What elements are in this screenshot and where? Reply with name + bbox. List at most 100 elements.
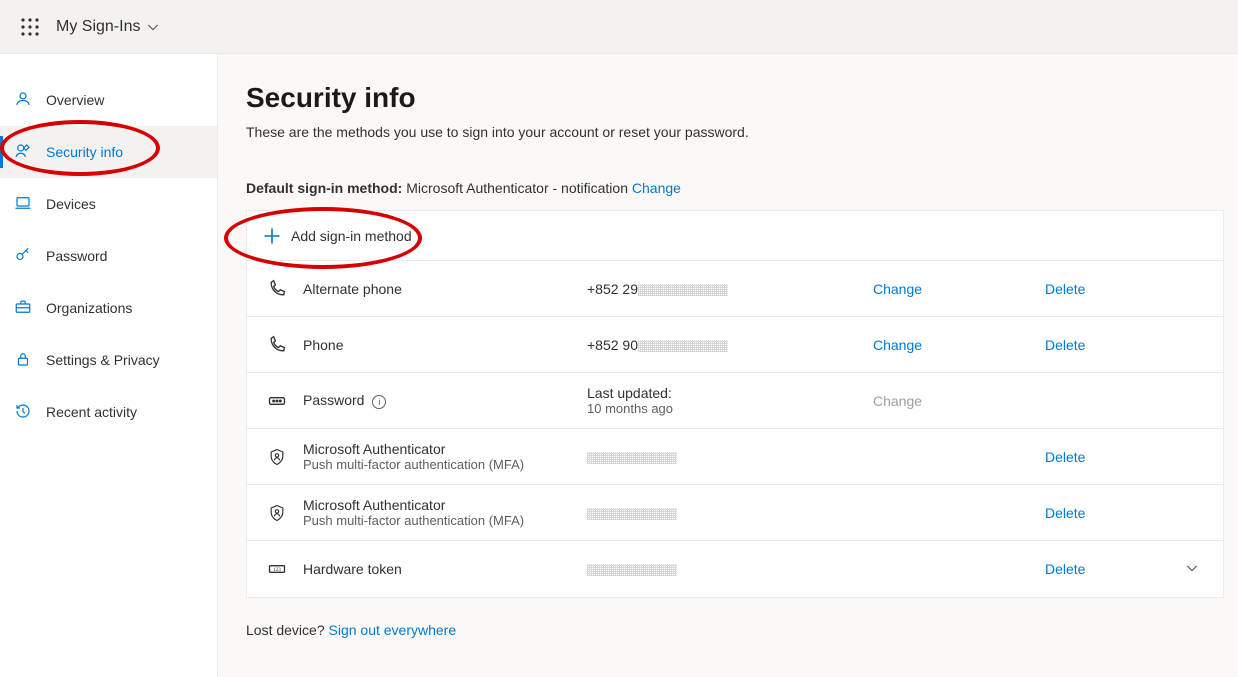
method-name-label: Microsoft Authenticator: [303, 441, 445, 457]
sidebar-item-password[interactable]: Password: [0, 230, 217, 282]
method-delete-link[interactable]: Delete: [1045, 561, 1085, 577]
method-value: [587, 561, 861, 577]
redacted-value: [587, 564, 677, 576]
sidebar: Overview Security info Devices Password Orga…: [0, 54, 218, 677]
sidebar-item-label: Recent activity: [46, 404, 137, 420]
method-value-line1: Last updated:: [587, 385, 861, 401]
sidebar-item-label: Overview: [46, 92, 104, 108]
method-name: Phone: [303, 337, 575, 353]
sidebar-item-security-info[interactable]: Security info: [0, 126, 217, 178]
method-change-cell: Change: [873, 393, 1033, 409]
add-method-label: Add sign-in method: [291, 228, 412, 244]
methods-panel: Add sign-in method Alternate phone +852 2…: [246, 210, 1224, 598]
method-change-link[interactable]: Change: [873, 337, 922, 353]
method-row: 123 Hardware token Delete: [247, 541, 1223, 597]
sidebar-item-label: Security info: [46, 144, 123, 160]
method-name: Password i: [303, 392, 575, 408]
method-delete-cell: Delete: [1045, 561, 1165, 577]
method-row: Microsoft AuthenticatorPush multi-factor…: [247, 485, 1223, 541]
method-name-label: Microsoft Authenticator: [303, 497, 445, 513]
history-icon: [14, 402, 46, 423]
sidebar-item-settings-privacy[interactable]: Settings & Privacy: [0, 334, 217, 386]
method-name-label: Hardware token: [303, 561, 402, 577]
default-method-value: Microsoft Authenticator - notification: [406, 180, 628, 196]
chevron-down-icon: [1185, 561, 1199, 578]
sidebar-item-recent-activity[interactable]: Recent activity: [0, 386, 217, 438]
plus-icon: [263, 227, 281, 245]
redacted-value: [587, 508, 677, 520]
briefcase-icon: [14, 298, 46, 319]
grid-icon: [21, 18, 39, 36]
sidebar-item-devices[interactable]: Devices: [0, 178, 217, 230]
page-title: Security info: [246, 82, 1224, 114]
phone-icon: [263, 335, 291, 355]
method-name-label: Alternate phone: [303, 281, 402, 297]
phone-icon: [263, 279, 291, 299]
method-delete-link[interactable]: Delete: [1045, 505, 1085, 521]
person-icon: [14, 90, 46, 111]
method-name: Microsoft AuthenticatorPush multi-factor…: [303, 497, 575, 528]
method-delete-cell: Delete: [1045, 505, 1165, 521]
wrench-icon: [14, 142, 46, 163]
method-delete-cell: Delete: [1045, 449, 1165, 465]
method-row: Phone +852 90 Change Delete: [247, 317, 1223, 373]
sidebar-item-label: Settings & Privacy: [46, 352, 160, 368]
method-name: Alternate phone: [303, 281, 575, 297]
lost-device-label: Lost device?: [246, 622, 325, 638]
method-change-link: Change: [873, 393, 922, 409]
sidebar-item-label: Password: [46, 248, 107, 264]
authenticator-icon: [263, 447, 291, 467]
lost-device-line: Lost device? Sign out everywhere: [246, 622, 1224, 638]
method-value-prefix: +852 29: [587, 281, 638, 297]
sidebar-item-label: Organizations: [46, 300, 132, 316]
method-row: Alternate phone +852 29 Change Delete: [247, 261, 1223, 317]
method-value: [587, 449, 861, 465]
method-value: [587, 505, 861, 521]
method-value-line2: 10 months ago: [587, 401, 861, 416]
app-header: My Sign-Ins: [0, 0, 1238, 54]
sidebar-item-label: Devices: [46, 196, 96, 212]
method-subname: Push multi-factor authentication (MFA): [303, 457, 575, 472]
method-value: +852 29: [587, 281, 861, 297]
method-delete-link[interactable]: Delete: [1045, 337, 1085, 353]
method-expand-toggle[interactable]: [1177, 561, 1207, 578]
sidebar-item-overview[interactable]: Overview: [0, 74, 217, 126]
add-sign-in-method-button[interactable]: Add sign-in method: [247, 211, 1223, 261]
method-name-label: Phone: [303, 337, 343, 353]
method-name: Hardware token: [303, 561, 575, 577]
sign-out-everywhere-link[interactable]: Sign out everywhere: [329, 622, 457, 638]
method-change-link[interactable]: Change: [873, 281, 922, 297]
redacted-value: [638, 340, 728, 352]
default-method-line: Default sign-in method: Microsoft Authen…: [246, 180, 1224, 196]
redacted-value: [587, 452, 677, 464]
sidebar-item-organizations[interactable]: Organizations: [0, 282, 217, 334]
method-delete-cell: Delete: [1045, 337, 1165, 353]
svg-text:123: 123: [273, 568, 281, 573]
redacted-value: [638, 284, 728, 296]
method-value: Last updated:10 months ago: [587, 385, 861, 416]
method-change-cell: Change: [873, 281, 1033, 297]
method-row: Microsoft AuthenticatorPush multi-factor…: [247, 429, 1223, 485]
method-change-cell: Change: [873, 337, 1033, 353]
method-name-label: Password: [303, 392, 364, 408]
method-delete-link[interactable]: Delete: [1045, 449, 1085, 465]
brand-dropdown[interactable]: My Sign-Ins: [56, 18, 160, 36]
method-delete-cell: Delete: [1045, 281, 1165, 297]
chevron-down-icon: [146, 20, 160, 34]
password-icon: [263, 391, 291, 411]
brand-label: My Sign-Ins: [56, 18, 140, 36]
key-icon: [14, 246, 46, 267]
method-delete-link[interactable]: Delete: [1045, 281, 1085, 297]
page-subtitle: These are the methods you use to sign in…: [246, 124, 1224, 140]
default-method-change-link[interactable]: Change: [632, 180, 681, 196]
method-name: Microsoft AuthenticatorPush multi-factor…: [303, 441, 575, 472]
token-icon: 123: [263, 559, 291, 579]
method-value-prefix: +852 90: [587, 337, 638, 353]
info-icon[interactable]: i: [372, 395, 386, 409]
laptop-icon: [14, 194, 46, 215]
method-row: Password i Last updated:10 months ago Chan…: [247, 373, 1223, 429]
app-launcher-button[interactable]: [12, 9, 48, 45]
method-value: +852 90: [587, 337, 861, 353]
lock-icon: [14, 350, 46, 371]
method-subname: Push multi-factor authentication (MFA): [303, 513, 575, 528]
